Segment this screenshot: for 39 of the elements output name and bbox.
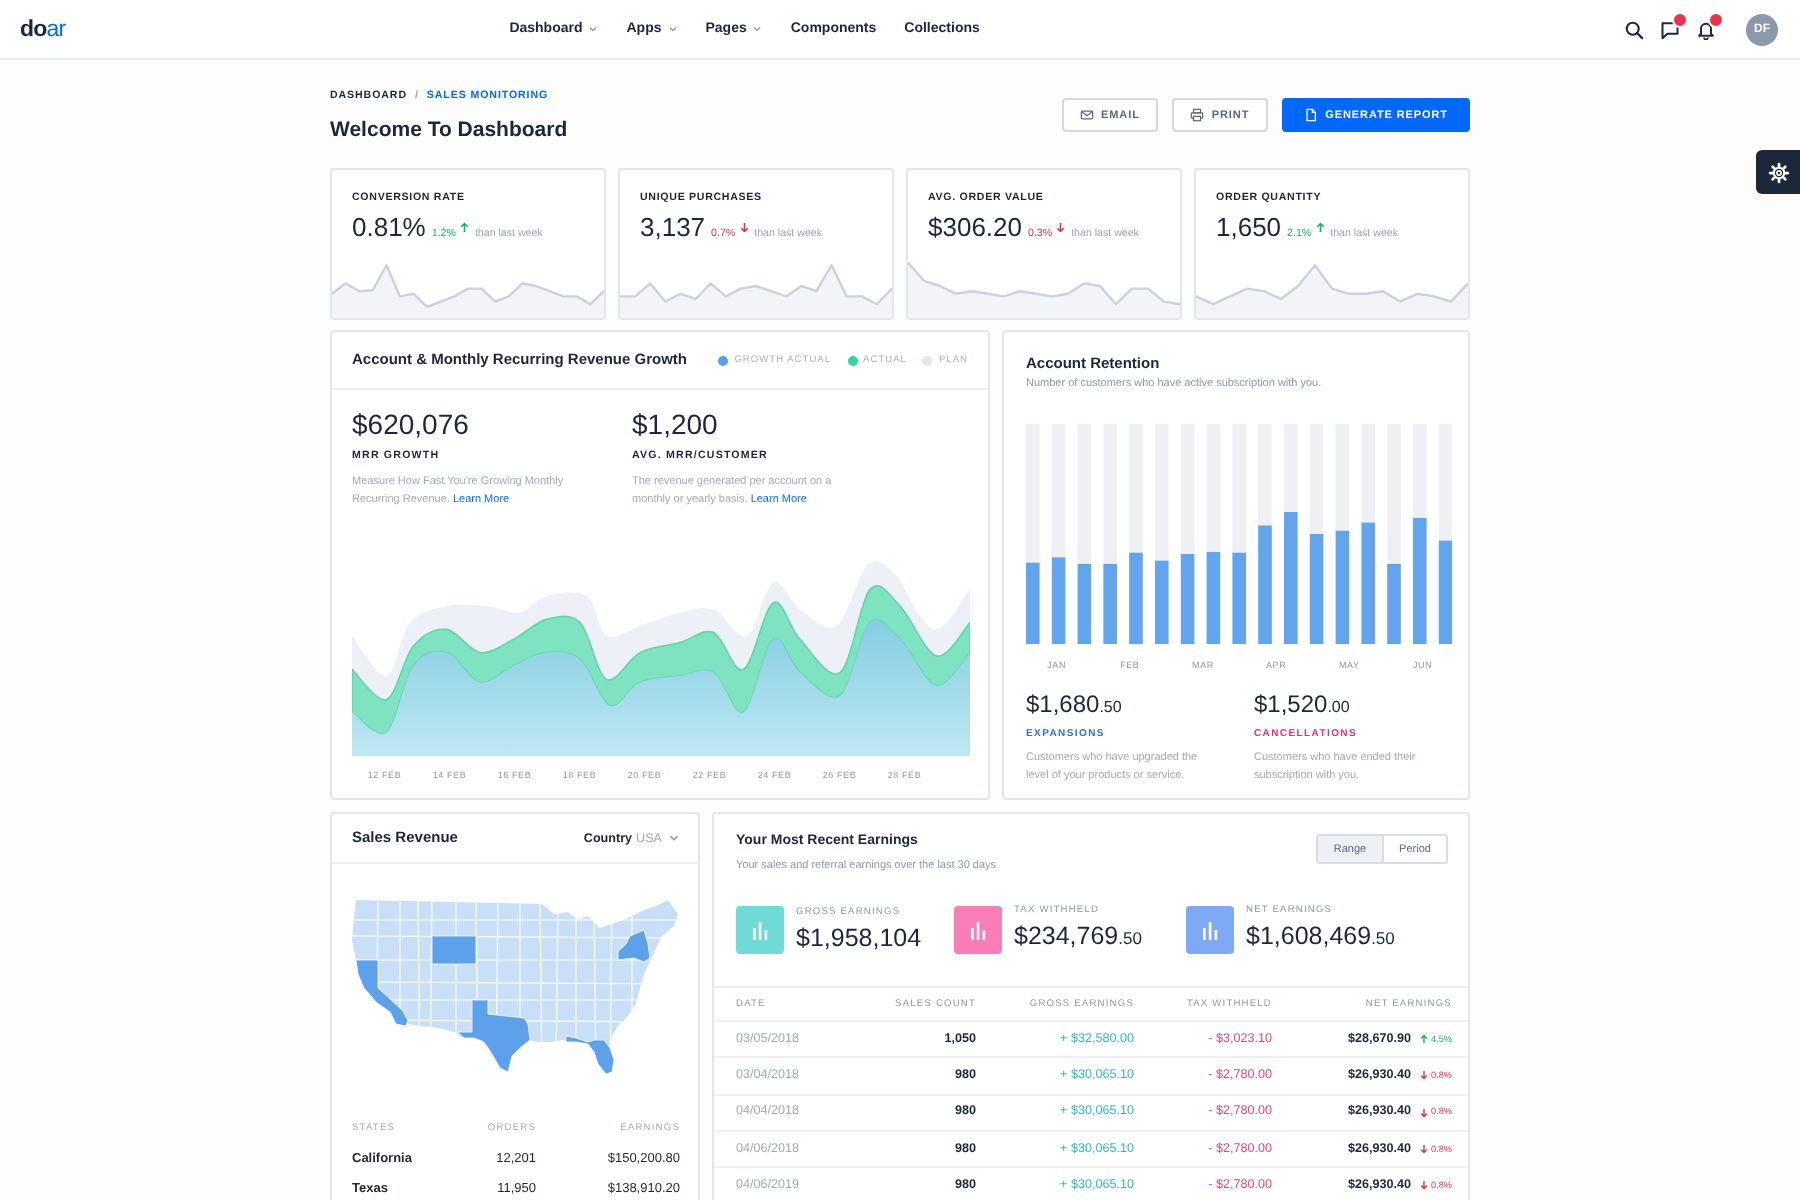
retention-bar xyxy=(1051,557,1066,644)
logo[interactable]: doar xyxy=(20,17,66,41)
retention-bar xyxy=(1103,563,1117,644)
stat-value: $1,200 xyxy=(632,408,720,440)
settings-button[interactable] xyxy=(1756,150,1800,194)
retention-bar xyxy=(1232,552,1246,644)
search-icon[interactable] xyxy=(1624,19,1644,39)
retention-bar xyxy=(1309,534,1324,644)
page-title: Welcome To Dashboard xyxy=(330,118,568,144)
kpi-value: $306.20 xyxy=(928,212,1022,242)
summary-value: $1,608,469.50 xyxy=(1246,922,1395,954)
stat-value: $620,076 xyxy=(352,408,471,440)
document-icon xyxy=(1303,108,1318,122)
kpi-value: 3,137 xyxy=(640,212,706,242)
summary-value: $1,958,104 xyxy=(796,923,922,953)
chevron-down-icon xyxy=(668,832,680,844)
kpi-value: 0.81% xyxy=(352,212,426,242)
retention-bar xyxy=(1335,530,1350,644)
retention-bar xyxy=(1284,512,1298,644)
stat-value: $1,680.50 xyxy=(1026,690,1124,722)
stat-value: $1,520.00 xyxy=(1254,690,1352,722)
printer-icon xyxy=(1189,108,1204,122)
retention-bar xyxy=(1387,563,1401,644)
kpi-value: 1,650 xyxy=(1216,212,1282,242)
retention-bar xyxy=(1129,552,1143,644)
summary-value: $234,769.50 xyxy=(1014,922,1142,954)
retention-bar xyxy=(1206,552,1221,644)
retention-bar xyxy=(1155,560,1169,644)
retention-bar xyxy=(1077,563,1092,644)
retention-bar xyxy=(1258,525,1272,644)
bell-icon[interactable] xyxy=(1696,19,1716,39)
retention-bar xyxy=(1361,522,1375,644)
mail-icon xyxy=(1079,108,1094,122)
settings-icon xyxy=(1767,161,1789,183)
retention-bar xyxy=(1413,517,1427,644)
retention-bar xyxy=(1438,540,1452,644)
retention-bar xyxy=(1026,562,1040,644)
retention-bar xyxy=(1180,554,1195,644)
chat-icon[interactable] xyxy=(1660,19,1680,39)
